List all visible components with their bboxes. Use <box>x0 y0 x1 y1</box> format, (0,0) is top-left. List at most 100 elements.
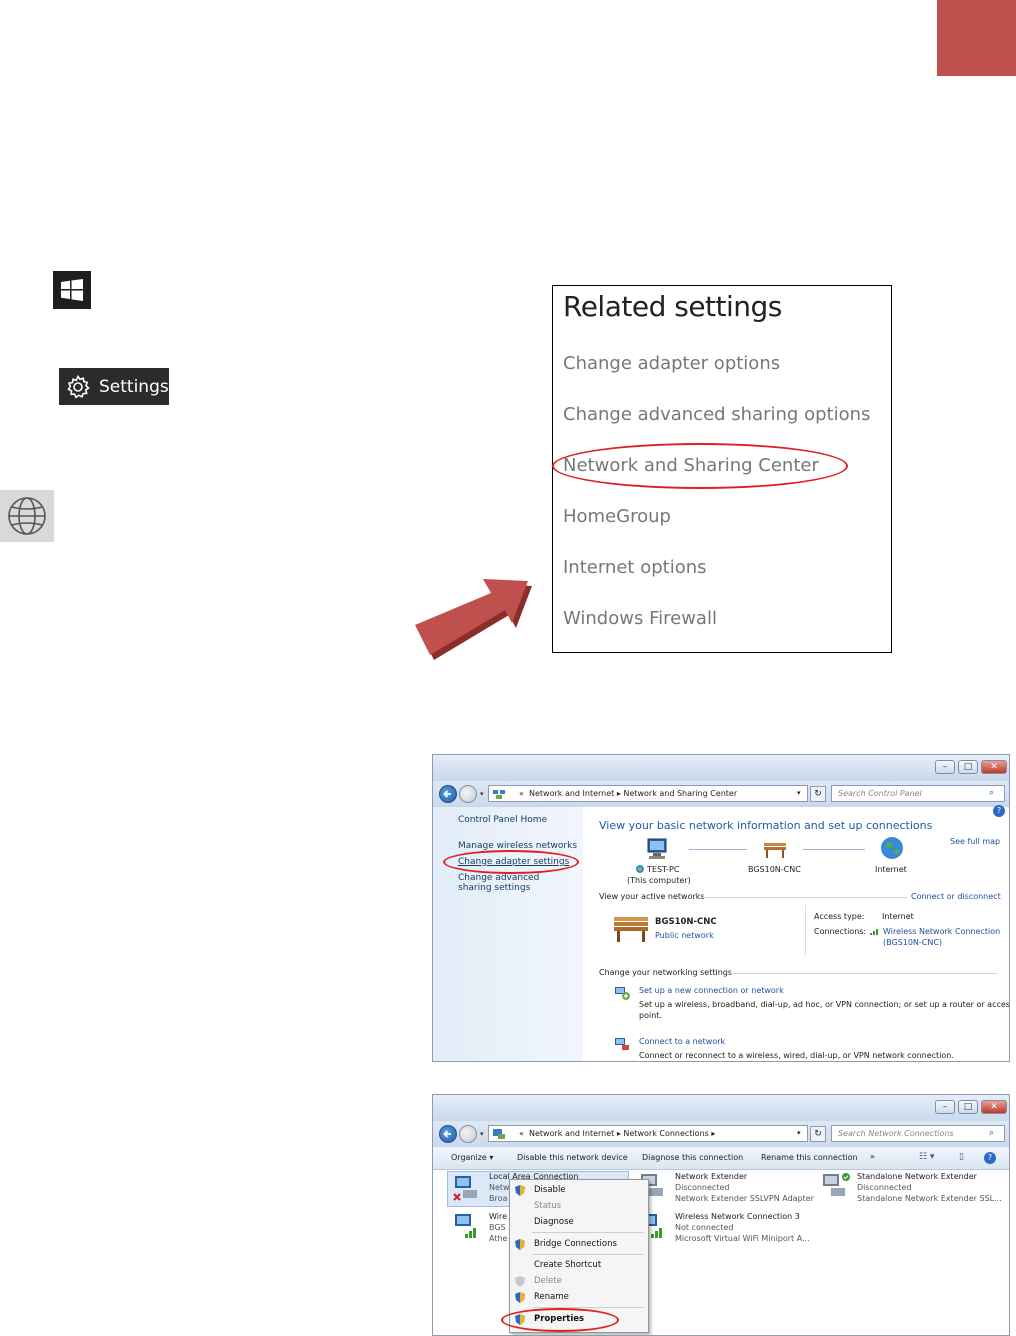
breadcrumb-network-internet[interactable]: Network and Internet <box>529 789 614 798</box>
breadcrumb-network-connections[interactable]: Network Connections <box>623 1129 708 1138</box>
network-globe-tile[interactable] <box>0 490 54 542</box>
menu-disable[interactable]: Disable <box>534 1185 566 1195</box>
adapter-device: Standalone Network Extender SSL... <box>857 1194 1002 1203</box>
router-name: BGS10N-CNC <box>748 865 801 874</box>
search-input[interactable]: Search Control Panel <box>831 785 1005 802</box>
adapter-name: Wire <box>489 1212 507 1221</box>
close-button[interactable]: ✕ <box>981 1100 1007 1114</box>
adapter-status: Netw <box>489 1183 510 1192</box>
connect-disconnect-link[interactable]: Connect or disconnect <box>911 892 1001 901</box>
divider <box>805 905 806 955</box>
wireless-connection-ssid[interactable]: (BGS10N-CNC) <box>883 938 942 947</box>
help-icon[interactable]: ? <box>993 805 1005 817</box>
setup-connection-link[interactable]: Set up a new connection or network <box>639 986 784 995</box>
bench-icon <box>764 843 786 858</box>
refresh-button[interactable]: ↻ <box>810 786 826 802</box>
pc-subtitle: (This computer) <box>627 876 691 885</box>
gear-icon <box>67 374 90 399</box>
wireless-connection-link[interactable]: Wireless Network Connection <box>883 927 1000 936</box>
rename-button[interactable]: Rename this connection <box>761 1153 858 1162</box>
history-dropdown-icon[interactable]: ▾ <box>480 790 484 798</box>
help-icon[interactable]: ? <box>984 1152 996 1164</box>
network-badge-icon <box>636 865 644 873</box>
pointer-arrow-icon <box>415 579 532 660</box>
change-adapter-options-link[interactable]: Change adapter options <box>563 353 780 374</box>
close-button[interactable]: ✕ <box>981 760 1007 774</box>
breadcrumb-network-internet[interactable]: Network and Internet <box>529 1129 614 1138</box>
related-settings-title: Related settings <box>563 290 782 323</box>
address-dropdown-icon[interactable]: ▾ <box>797 1129 801 1137</box>
menu-rename[interactable]: Rename <box>534 1292 569 1302</box>
adapter-device: Microsoft Virtual WiFi Miniport A... <box>675 1234 810 1243</box>
search-input[interactable]: Search Network Connections <box>831 1125 1005 1142</box>
view-options-icon[interactable]: ☷ ▾ <box>919 1152 934 1162</box>
computer-icon <box>647 838 667 859</box>
menu-create-shortcut[interactable]: Create Shortcut <box>534 1260 601 1270</box>
more-commands-button[interactable]: » <box>870 1152 875 1161</box>
address-dropdown-icon[interactable]: ▾ <box>797 789 801 797</box>
ethernet-adapter-icon <box>453 1176 477 1201</box>
internet-options-link[interactable]: Internet options <box>563 557 707 578</box>
address-bar[interactable]: « Network and Internet ▸ Network Connect… <box>488 1125 808 1142</box>
address-bar[interactable]: « Network and Internet ▸ Network and Sha… <box>488 785 808 802</box>
search-icon[interactable]: ⌕ <box>989 1128 994 1138</box>
connect-network-link[interactable]: Connect to a network <box>639 1037 725 1046</box>
map-link-line <box>689 849 747 850</box>
menu-status[interactable]: Status <box>534 1201 561 1211</box>
uac-shield-icon <box>515 1292 525 1303</box>
standalone-extender-icon <box>823 1173 850 1196</box>
page-heading: View your basic network information and … <box>599 819 933 832</box>
menu-bridge-connections[interactable]: Bridge Connections <box>534 1239 617 1249</box>
settings-button[interactable]: Settings <box>59 368 169 405</box>
menu-diagnose[interactable]: Diagnose <box>534 1217 574 1227</box>
maximize-button[interactable]: □ <box>958 760 978 774</box>
network-icon <box>493 790 505 799</box>
adapter-name: Wireless Network Connection 3 <box>675 1212 800 1221</box>
public-network-bench-icon <box>614 917 648 942</box>
minimize-button[interactable]: – <box>935 760 955 774</box>
new-connection-icon <box>615 987 630 1000</box>
back-arrow-icon <box>443 790 451 798</box>
change-advanced-sharing-link[interactable]: Change advanced sharing options <box>563 404 870 425</box>
search-icon[interactable]: ⌕ <box>989 788 994 798</box>
adapter-device: Broa <box>489 1194 508 1203</box>
preview-pane-icon[interactable]: ▯ <box>959 1152 964 1162</box>
navigation-bar: ▾ « Network and Internet ▸ Network and S… <box>433 781 1009 807</box>
maximize-button[interactable]: □ <box>958 1100 978 1114</box>
divider <box>729 973 997 974</box>
organize-menu[interactable]: Organize ▾ <box>451 1153 493 1162</box>
network-type-link[interactable]: Public network <box>655 931 714 940</box>
back-button[interactable] <box>439 1125 457 1143</box>
homegroup-link[interactable]: HomeGroup <box>563 506 671 527</box>
forward-button[interactable] <box>459 785 477 803</box>
change-settings-label: Change your networking settings <box>599 968 733 977</box>
adapter-status: Not connected <box>675 1223 734 1232</box>
change-advanced-sharing-link[interactable]: Change advanced sharing settings <box>458 873 568 893</box>
connect-network-icon <box>615 1038 629 1050</box>
adapter-device: Network Extender SSLVPN Adapter <box>675 1194 814 1203</box>
access-type-value: Internet <box>882 912 914 921</box>
see-full-map-link[interactable]: See full map <box>950 837 1000 846</box>
history-dropdown-icon[interactable]: ▾ <box>480 1130 484 1138</box>
control-panel-home-link[interactable]: Control Panel Home <box>458 815 547 825</box>
breadcrumb-sharing-center[interactable]: Network and Sharing Center <box>623 789 737 798</box>
windows-start-icon[interactable] <box>53 271 91 309</box>
menu-delete[interactable]: Delete <box>534 1276 562 1286</box>
back-button[interactable] <box>439 785 457 803</box>
forward-button[interactable] <box>459 1125 477 1143</box>
diagnose-button[interactable]: Diagnose this connection <box>642 1153 743 1162</box>
menu-separator <box>532 1254 644 1255</box>
wireless-adapter-icon <box>455 1214 476 1238</box>
accent-block <box>937 0 1016 76</box>
adapter-status: Disconnected <box>675 1183 730 1192</box>
globe-icon <box>8 497 46 535</box>
command-toolbar: Organize ▾ Disable this network device D… <box>433 1147 1009 1170</box>
refresh-button[interactable]: ↻ <box>810 1126 826 1142</box>
adapter-name: Network Extender <box>675 1172 748 1181</box>
network-sharing-center-window: – □ ✕ ▾ « Network and Internet ▸ Network… <box>432 754 1010 1062</box>
disable-device-button[interactable]: Disable this network device <box>517 1153 628 1162</box>
access-type-label: Access type: <box>814 912 865 921</box>
minimize-button[interactable]: – <box>935 1100 955 1114</box>
setup-connection-desc: Set up a wireless, broadband, dial-up, a… <box>639 1000 1010 1009</box>
windows-firewall-link[interactable]: Windows Firewall <box>563 608 717 629</box>
